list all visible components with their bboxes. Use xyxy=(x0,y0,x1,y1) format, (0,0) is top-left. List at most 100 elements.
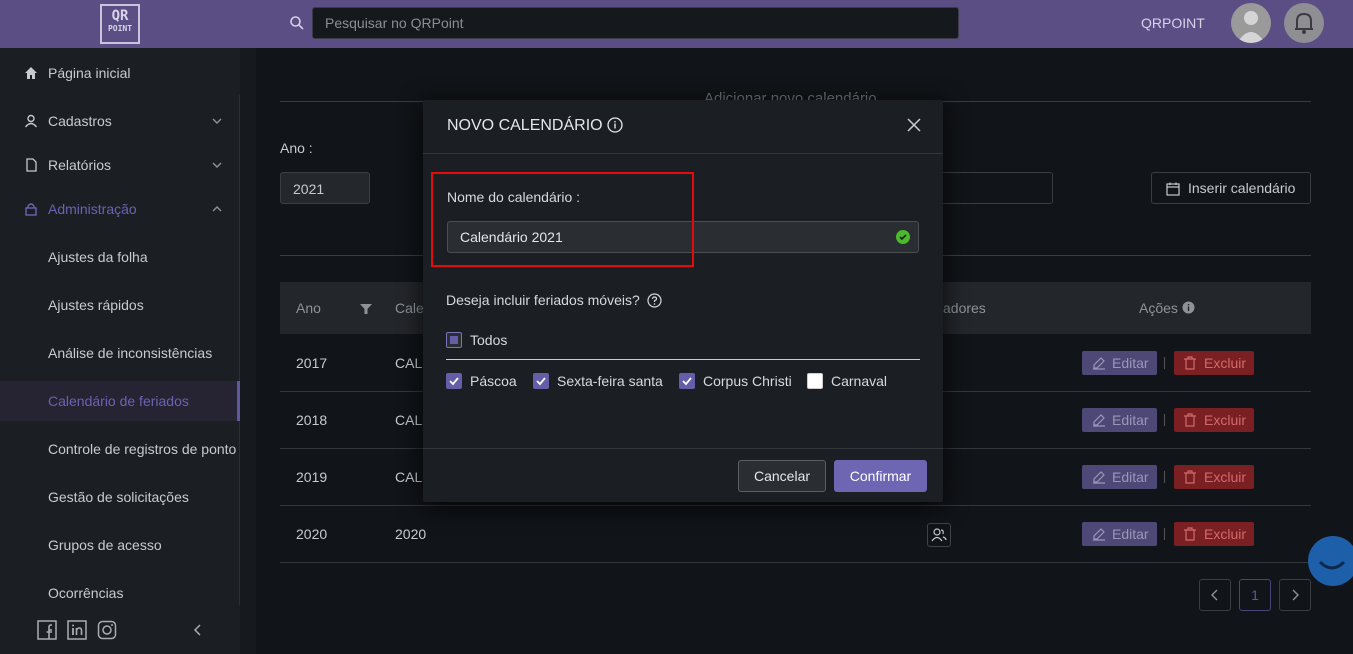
movable-holidays-question: Deseja incluir feriados móveis? xyxy=(446,292,640,308)
column-header-ano: Ano xyxy=(296,300,321,316)
chevron-down-icon xyxy=(212,118,222,124)
separator xyxy=(1164,414,1165,426)
delete-button[interactable]: Excluir xyxy=(1174,465,1254,489)
sidebar-item-label: Ocorrências xyxy=(48,585,124,601)
delete-button[interactable]: Excluir xyxy=(1174,351,1254,375)
trash-icon xyxy=(1184,413,1196,427)
trash-icon xyxy=(1184,527,1196,541)
facebook-icon[interactable] xyxy=(37,620,57,640)
check-icon xyxy=(536,377,546,386)
pascoa-checkbox[interactable] xyxy=(446,373,462,389)
year-label: Ano : xyxy=(280,140,313,156)
sidebar-item-ajustes-folha[interactable]: Ajustes da folha xyxy=(0,237,240,277)
top-bar: QRPOINT QRPOINT xyxy=(0,0,1353,48)
edit-icon xyxy=(1093,528,1105,541)
sidebar-item-label: Ajustes da folha xyxy=(48,249,148,265)
sidebar-item-label: Relatórios xyxy=(48,157,112,173)
edit-label: Editar xyxy=(1112,469,1149,485)
sidebar-item-ajustes-rapidos[interactable]: Ajustes rápidos xyxy=(0,285,240,325)
sexta-feira-santa-checkbox[interactable] xyxy=(533,373,549,389)
valid-check-icon xyxy=(896,230,910,244)
cell-calendario: CAL xyxy=(395,412,423,428)
cell-ano: 2018 xyxy=(296,412,328,428)
cell-calendario: CAL xyxy=(395,355,423,371)
delete-button[interactable]: Excluir xyxy=(1174,522,1254,546)
close-icon[interactable] xyxy=(907,118,921,132)
chevron-left-icon xyxy=(1211,589,1218,601)
chat-widget-button[interactable] xyxy=(1308,536,1353,586)
filter-icon[interactable] xyxy=(360,303,372,315)
sidebar-item-calendario-feriados[interactable]: Calendário de feriados xyxy=(0,381,240,421)
info-icon xyxy=(1182,301,1195,314)
table-row: 2020 2020 Editar Excluir xyxy=(280,506,1311,563)
page-button-current[interactable]: 1 xyxy=(1239,579,1271,611)
insert-calendar-button[interactable]: Inserir calendário xyxy=(1151,172,1311,204)
cancel-button[interactable]: Cancelar xyxy=(738,460,826,492)
edit-button[interactable]: Editar xyxy=(1082,351,1157,375)
carnaval-checkbox[interactable] xyxy=(807,373,823,389)
delete-button[interactable]: Excluir xyxy=(1174,408,1254,432)
home-icon xyxy=(25,67,37,79)
edit-label: Editar xyxy=(1112,412,1149,428)
avatar[interactable] xyxy=(1231,3,1271,43)
sidebar-item-gestao-solicitacoes[interactable]: Gestão de solicitações xyxy=(0,477,240,517)
column-header-colaboradores: adores xyxy=(943,300,986,316)
file-icon xyxy=(26,158,37,172)
sexta-feira-santa-label: Sexta-feira santa xyxy=(557,373,663,389)
collapse-sidebar-icon[interactable] xyxy=(190,622,204,638)
check-icon xyxy=(682,377,692,386)
sidebar-item-home[interactable]: Página inicial xyxy=(0,53,240,93)
edit-icon xyxy=(1093,357,1105,370)
lock-icon xyxy=(25,203,37,216)
sidebar-item-label: Análise de inconsistências xyxy=(48,345,213,361)
delete-label: Excluir xyxy=(1204,469,1247,485)
cell-ano: 2017 xyxy=(296,355,328,371)
edit-button[interactable]: Editar xyxy=(1082,522,1157,546)
delete-label: Excluir xyxy=(1204,355,1247,371)
help-icon[interactable] xyxy=(647,293,662,308)
linkedin-icon[interactable] xyxy=(67,620,87,640)
todos-checkbox[interactable] xyxy=(446,332,462,348)
prev-page-button[interactable] xyxy=(1199,579,1231,611)
separator xyxy=(1164,528,1165,540)
separator xyxy=(1164,357,1165,369)
sidebar-item-grupos-acesso[interactable]: Grupos de acesso xyxy=(0,525,240,565)
qrpoint-logo[interactable]: QR POINT xyxy=(100,4,140,44)
modal-footer-divider xyxy=(423,448,943,449)
notifications-button[interactable] xyxy=(1284,3,1324,43)
highlight-box xyxy=(431,172,694,267)
sidebar-item-ocorrencias[interactable]: Ocorrências xyxy=(0,573,240,613)
check-icon xyxy=(449,377,459,386)
edit-label: Editar xyxy=(1112,355,1149,371)
info-icon[interactable] xyxy=(607,117,623,133)
sidebar-item-label: Gestão de solicitações xyxy=(48,489,189,505)
sidebar-item-controle-registros[interactable]: Controle de registros de ponto xyxy=(0,429,240,469)
search-input[interactable] xyxy=(312,7,959,39)
edit-button[interactable]: Editar xyxy=(1082,465,1157,489)
instagram-icon[interactable] xyxy=(97,620,117,640)
edit-button[interactable]: Editar xyxy=(1082,408,1157,432)
trash-icon xyxy=(1184,356,1196,370)
sidebar-item-label: Controle de registros de ponto xyxy=(48,441,237,457)
view-employees-button[interactable] xyxy=(927,523,951,547)
cell-ano: 2019 xyxy=(296,469,328,485)
confirm-button[interactable]: Confirmar xyxy=(834,460,927,492)
user-icon xyxy=(24,114,38,128)
sidebar-item-analise-inconsistencias[interactable]: Análise de inconsistências xyxy=(0,333,240,373)
bell-icon xyxy=(1295,12,1313,34)
sidebar-item-administracao[interactable]: Administração xyxy=(0,189,240,229)
sidebar-item-label: Ajustes rápidos xyxy=(48,297,144,313)
year-field[interactable]: 2021 xyxy=(280,172,370,204)
chat-icon xyxy=(1318,560,1346,570)
corpus-christi-checkbox[interactable] xyxy=(679,373,695,389)
sidebar-item-relatorios[interactable]: Relatórios xyxy=(0,145,240,185)
sidebar-item-label: Cadastros xyxy=(48,113,112,129)
todos-label: Todos xyxy=(470,332,508,348)
column-header-acoes: Ações xyxy=(1139,300,1178,316)
carnaval-label: Carnaval xyxy=(831,373,888,389)
company-name[interactable]: QRPOINT xyxy=(1141,15,1205,31)
next-page-button[interactable] xyxy=(1279,579,1311,611)
corpus-christi-label: Corpus Christi xyxy=(703,373,792,389)
chevron-right-icon xyxy=(1292,589,1299,601)
sidebar-item-cadastros[interactable]: Cadastros xyxy=(0,101,240,141)
